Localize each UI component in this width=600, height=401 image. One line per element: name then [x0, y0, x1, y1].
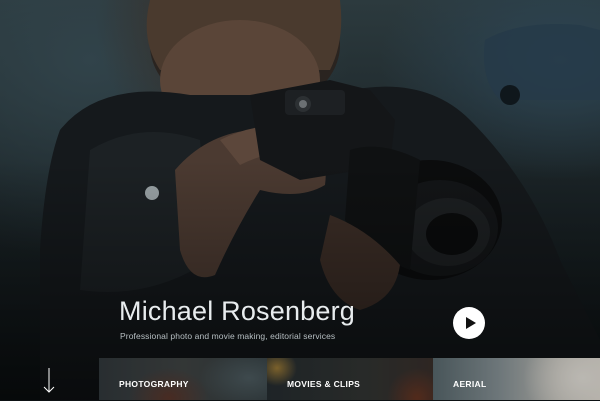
category-label: AERIAL [453, 379, 487, 389]
play-button[interactable] [453, 307, 485, 339]
category-label: MOVIES & CLIPS [287, 379, 361, 389]
category-movies-clips[interactable]: MOVIES & CLIPS [267, 358, 433, 400]
category-label: PHOTOGRAPHY [119, 379, 189, 389]
hero-name: Michael Rosenberg [119, 296, 356, 326]
hero-tagline: Professional photo and movie making, edi… [120, 331, 336, 341]
scroll-down-button[interactable] [40, 366, 58, 396]
category-aerial[interactable]: AERIAL [433, 358, 600, 400]
arrow-down-icon [43, 368, 55, 393]
category-photography[interactable]: PHOTOGRAPHY [99, 358, 267, 400]
category-strip: PHOTOGRAPHY MOVIES & CLIPS AERIAL [99, 358, 600, 400]
play-icon [465, 317, 476, 329]
